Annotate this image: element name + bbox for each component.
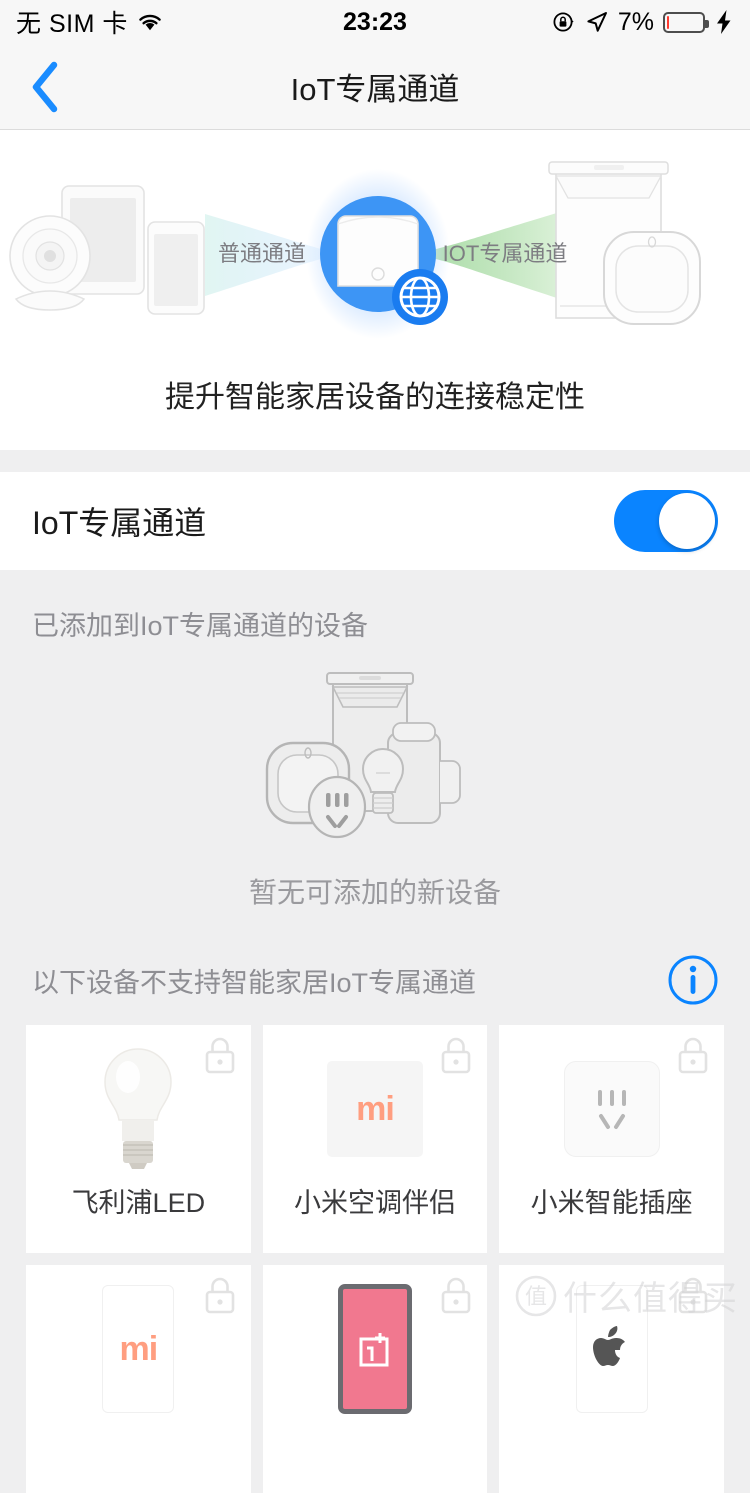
hero-banner: 普通通道 IOT专属通道 提升智能家居设备的连接稳定性 [0, 130, 750, 450]
device-label: 小米空调伴侣 [293, 1188, 456, 1218]
lightning-bolt-icon [717, 10, 731, 34]
apple-device-tile [575, 1285, 648, 1413]
device-thumb [575, 1279, 648, 1419]
no-devices-illustration [265, 672, 461, 839]
app-screen: 无 SIM 卡 23:23 7% IoT专属通道 普通通道 IOT专属通道 提升… [0, 0, 750, 1493]
hero-caption: 提升智能家居设备的连接稳定性 [165, 381, 585, 414]
device-label: 小米智能插座 [530, 1188, 693, 1218]
socket-pins-icon [597, 1090, 626, 1129]
iot-channel-switch[interactable] [614, 490, 718, 552]
iot-channel-illustration: 普通通道 IOT专属通道 [9, 161, 701, 339]
battery-icon [663, 11, 709, 33]
status-bar: 无 SIM 卡 23:23 7% [0, 0, 750, 44]
oneplus-phone-tile [337, 1284, 412, 1414]
iot-channel-toggle-row[interactable]: IoT专属通道 [0, 472, 750, 570]
device-card-oneplus-phone[interactable] [262, 1265, 488, 1493]
lock-icon [678, 1037, 708, 1074]
no-devices-text: 暂无可添加的新设备 [248, 877, 501, 908]
nav-bar: IoT专属通道 [0, 44, 750, 130]
device-thumb: mi [102, 1279, 175, 1419]
mi-phone-tile: mi [102, 1285, 175, 1413]
device-thumb: mi [326, 1039, 423, 1179]
chevron-left-icon [32, 61, 58, 112]
apple-logo-icon [592, 1326, 625, 1366]
back-button[interactable] [0, 44, 90, 130]
added-devices-title: 已添加到IoT专属通道的设备 [32, 611, 369, 641]
lock-icon [442, 1037, 471, 1074]
iot-channel-toggle-label: IoT专属通道 [32, 505, 207, 541]
unsupported-devices-title: 以下设备不支持智能家居IoT专属通道 [32, 967, 477, 998]
mi-logo-text: mi [356, 1089, 395, 1128]
lightbulb-image [104, 1048, 173, 1169]
section-divider [0, 450, 750, 472]
lock-icon [205, 1277, 234, 1314]
wifi-icon [139, 14, 161, 31]
power-socket-tile [563, 1061, 660, 1157]
lock-icon [442, 1277, 471, 1314]
globe-icon [392, 269, 448, 325]
status-bar-right: 7% [552, 8, 734, 37]
left-channel-label: 普通通道 [218, 241, 306, 266]
added-devices-section: 已添加到IoT专属通道的设备 暂无可添加的新设备 [0, 570, 750, 911]
unsupported-devices-grid: 飞利浦LED mi 小米空调伴侣 小米智能插座 mi [0, 1025, 750, 1493]
device-card-mi-ac-companion[interactable]: mi 小米空调伴侣 [262, 1025, 488, 1253]
info-circle-icon[interactable] [666, 953, 720, 1007]
device-card-mi-smart-socket[interactable]: 小米智能插座 [499, 1025, 724, 1253]
right-channel-label: IOT专属通道 [443, 241, 568, 266]
lock-icon [678, 1277, 708, 1314]
device-card-philips-led[interactable]: 飞利浦LED [26, 1025, 251, 1253]
switch-knob [659, 493, 715, 549]
rotation-lock-icon [553, 12, 574, 32]
status-bar-left: 无 SIM 卡 [16, 4, 163, 40]
device-card-mi-phone[interactable]: mi [26, 1265, 251, 1493]
device-thumb [337, 1279, 412, 1419]
unsupported-devices-header: 以下设备不支持智能家居IoT专属通道 [0, 911, 750, 1025]
page-title: IoT专属通道 [290, 72, 460, 107]
battery-percent-label: 7% [617, 7, 654, 36]
device-thumb [92, 1039, 184, 1179]
device-label: 飞利浦LED [71, 1188, 206, 1218]
mi-logo-tile: mi [326, 1061, 423, 1157]
device-thumb [563, 1039, 660, 1179]
location-arrow-icon [587, 12, 607, 32]
carrier-label: 无 SIM 卡 [16, 10, 128, 38]
mi-logo-text: mi [119, 1329, 158, 1368]
device-card-apple-device[interactable] [499, 1265, 724, 1493]
lock-icon [205, 1037, 234, 1074]
